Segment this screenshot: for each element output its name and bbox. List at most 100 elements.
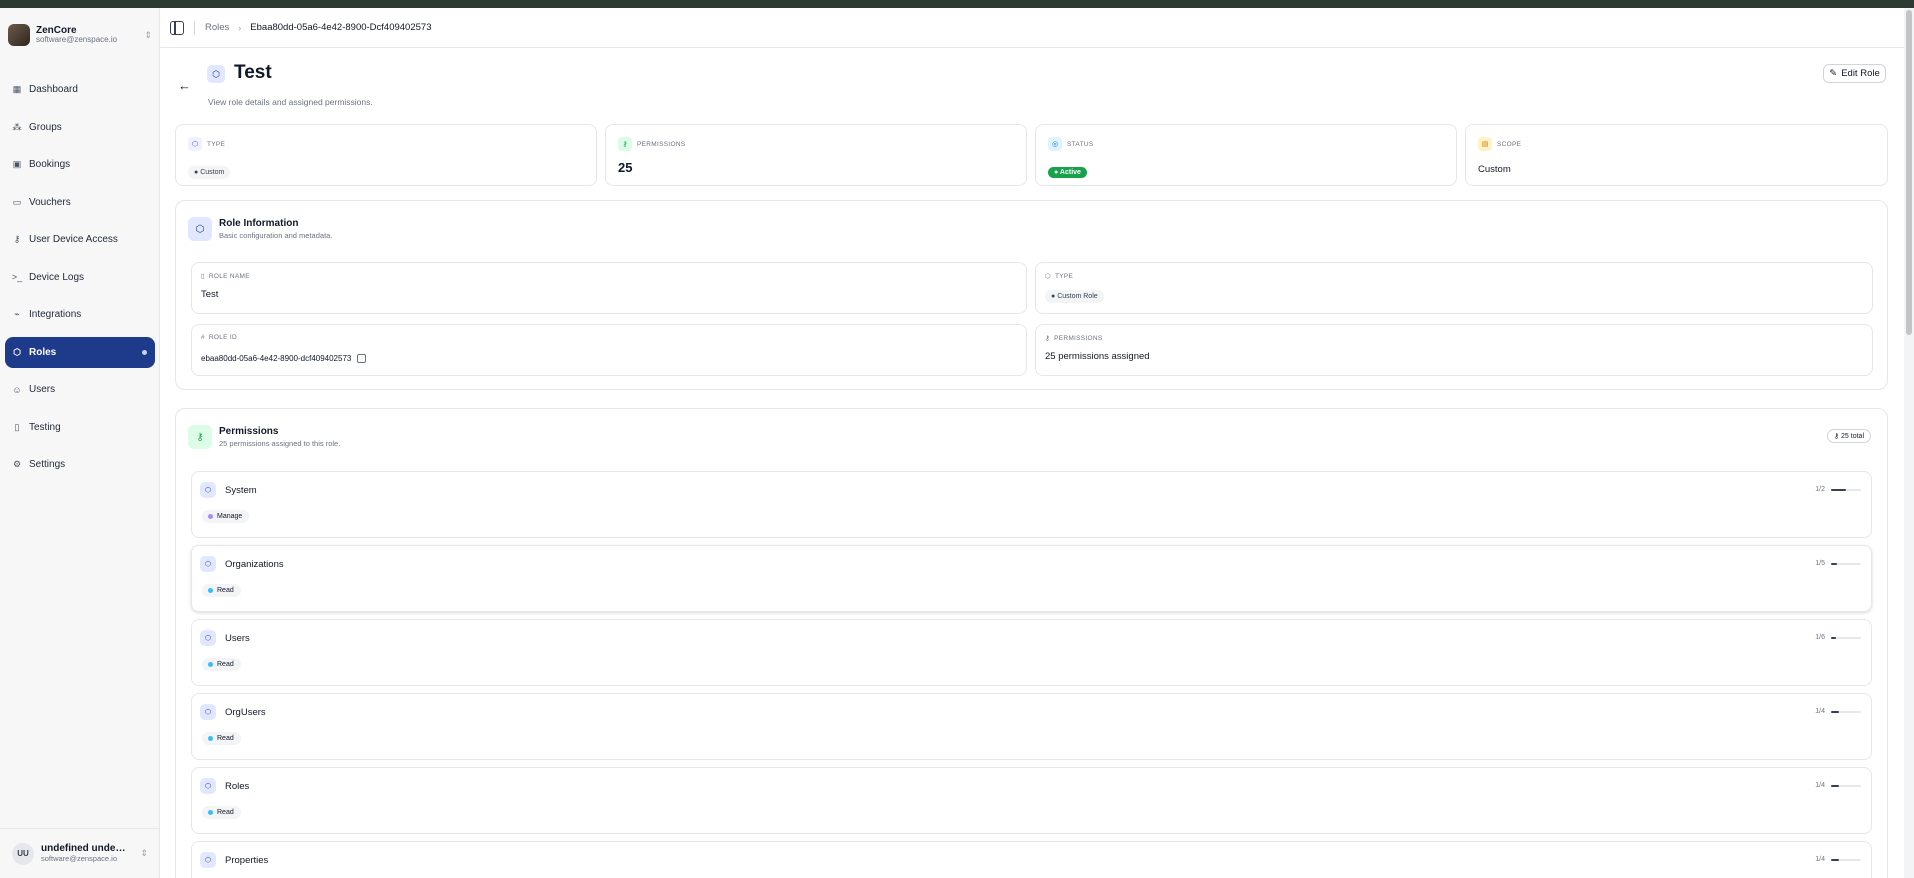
shield-icon: ⬡ xyxy=(200,630,216,646)
permission-count: 1/6 xyxy=(1815,634,1825,641)
user-menu[interactable]: UU undefined undefin... software@zenspac… xyxy=(0,828,160,878)
sidebar-item-settings[interactable]: ⚙ Settings xyxy=(5,449,155,480)
permission-group-system[interactable]: ⬡ System 1/2 Manage xyxy=(191,471,1872,538)
sidebar-item-label: Roles xyxy=(29,346,57,358)
permission-progress-fill xyxy=(1831,711,1839,713)
permission-chip-label: Read xyxy=(217,661,234,668)
window-top-strip xyxy=(0,0,1914,8)
sidebar-toggle-icon[interactable] xyxy=(170,20,184,35)
chip-dot-icon xyxy=(208,736,213,741)
edit-role-button[interactable]: ✎ Edit Role xyxy=(1823,64,1886,83)
shield-icon: ⬡ xyxy=(207,65,225,83)
breadcrumb-roles[interactable]: Roles xyxy=(205,22,229,33)
permission-chip-label: Read xyxy=(217,735,234,742)
permission-group-roles[interactable]: ⬡ Roles 1/4 Read xyxy=(191,767,1872,834)
permission-count: 1/4 xyxy=(1815,708,1825,715)
permission-progress-bar xyxy=(1831,785,1861,787)
edit-role-label: Edit Role xyxy=(1841,68,1880,79)
permission-group-name: Properties xyxy=(225,855,269,866)
building-icon: ▤ xyxy=(1478,137,1492,151)
sidebar-item-vouchers[interactable]: ▭ Vouchers xyxy=(5,187,155,218)
copy-icon[interactable] xyxy=(357,353,367,363)
card-title: Permissions xyxy=(219,426,279,437)
permission-chip-label: Manage xyxy=(217,513,243,520)
group-icon: ⁂ xyxy=(12,121,22,132)
org-switcher[interactable]: ZenCore software@zenspace.io ⇕ xyxy=(8,18,152,52)
sidebar-item-integrations[interactable]: ⌁ Integrations xyxy=(5,299,155,330)
chip-dot-icon xyxy=(208,810,213,815)
page-subtitle: View role details and assigned permissio… xyxy=(208,97,373,107)
total-badge: ⚷ 25 total xyxy=(1826,429,1871,443)
terminal-icon: >_ xyxy=(11,272,23,282)
sidebar-item-groups[interactable]: ⁂ Groups xyxy=(5,112,155,143)
sidebar-item-roles[interactable]: ⬡ Roles xyxy=(5,336,155,368)
total-badge-label: 25 total xyxy=(1841,433,1864,440)
role-id-value: ebaa80dd-05a6-4e42-8900-dcf409402573 xyxy=(201,354,352,363)
top-header: Roles › Ebaa80dd-05a6-4e42-8900-Dcf40940… xyxy=(160,8,1904,48)
permission-group-organizations[interactable]: ⬡ Organizations 1/5 Read xyxy=(191,545,1872,612)
permission-group-name: Users xyxy=(225,633,250,644)
permission-group-name: Organizations xyxy=(225,559,284,570)
permission-group-orgusers[interactable]: ⬡ OrgUsers 1/4 Read xyxy=(191,693,1872,760)
scrollbar-thumb[interactable] xyxy=(1906,10,1912,335)
permission-group-properties[interactable]: ⬡ Properties 1/4 xyxy=(191,841,1872,878)
permission-count: 1/4 xyxy=(1815,782,1825,789)
key-icon: ⚷ xyxy=(618,137,632,151)
stat-card-scope: ▤ SCOPE Custom xyxy=(1465,124,1888,186)
sidebar-item-label: Integrations xyxy=(29,309,82,320)
grid-icon: ▦ xyxy=(12,84,22,94)
page-title: Test xyxy=(234,62,272,83)
permission-group-users[interactable]: ⬡ Users 1/6 Read xyxy=(191,619,1872,686)
shield-icon: ⬡ xyxy=(188,137,202,151)
sidebar-item-dashboard[interactable]: ▦ Dashboard xyxy=(5,74,155,105)
permission-chip: Read xyxy=(202,806,241,819)
calendar-icon: ▣ xyxy=(12,159,22,169)
sidebar-nav: ▦ Dashboard ⁂ Groups ▣ Bookings ▭ Vouchers ⚷… xyxy=(5,74,155,487)
permission-chip-label: Read xyxy=(217,809,234,816)
stat-label: TYPE xyxy=(207,140,226,148)
role-information-card: ⬡ Role Information Basic configuration a… xyxy=(175,200,1888,390)
permission-group-name: OrgUsers xyxy=(225,707,266,718)
plug-icon: ⌁ xyxy=(14,309,20,319)
permission-progress-bar xyxy=(1831,489,1861,491)
sidebar-item-testing[interactable]: ▯ Testing xyxy=(5,412,155,443)
permission-progress-fill xyxy=(1831,785,1839,787)
shield-icon: ⬡ xyxy=(188,217,212,241)
shield-icon: ⬡ xyxy=(200,556,216,572)
field-label: ROLE NAME xyxy=(208,272,250,280)
permission-progress-fill xyxy=(1831,563,1837,565)
type-badge: ● Custom Role xyxy=(1045,290,1104,303)
type-badge-label: Custom xyxy=(200,169,225,176)
field-label: ROLE ID xyxy=(208,334,238,341)
sidebar: ZenCore software@zenspace.io ⇕ ▦ Dashboar… xyxy=(0,8,160,878)
back-arrow-icon[interactable]: ← xyxy=(178,78,191,93)
active-indicator xyxy=(142,349,147,355)
header-divider xyxy=(194,20,195,35)
sidebar-item-user-device-access[interactable]: ⚷ User Device Access xyxy=(5,224,155,255)
permission-chip: Manage xyxy=(202,510,250,523)
status-badge-label: Active xyxy=(1059,169,1081,176)
key-icon: ⚷ xyxy=(188,425,212,449)
stat-card-permissions: ⚷ PERMISSIONS 25 xyxy=(605,124,1027,186)
sidebar-item-device-logs[interactable]: >_ Device Logs xyxy=(5,262,155,293)
permission-progress-bar xyxy=(1831,711,1861,713)
sidebar-item-label: Users xyxy=(29,384,56,395)
scrollbar[interactable] xyxy=(1904,8,1914,878)
status-badge: ● Active xyxy=(1048,167,1087,178)
field-permissions: ⚷ PERMISSIONS 25 permissions assigned xyxy=(1035,324,1873,376)
permission-progress-bar xyxy=(1831,563,1861,565)
sidebar-item-bookings[interactable]: ▣ Bookings xyxy=(5,149,155,180)
shield-icon: ⬡ xyxy=(1045,273,1051,280)
sidebar-item-label: Device Logs xyxy=(29,271,85,283)
shield-icon: ⬡ xyxy=(200,778,216,794)
sidebar-item-label: Vouchers xyxy=(29,196,71,208)
pencil-icon: ✎ xyxy=(1829,68,1838,79)
scope-value: Custom xyxy=(1478,164,1511,175)
stat-label: STATUS xyxy=(1067,140,1094,148)
sidebar-item-users[interactable]: ☺ Users xyxy=(5,374,155,405)
permission-group-name: System xyxy=(225,485,257,496)
shield-icon: ⬡ xyxy=(200,704,216,720)
user-email: software@zenspace.io xyxy=(41,853,117,863)
permission-chip-label: Read xyxy=(217,587,234,594)
sidebar-item-label: Groups xyxy=(29,121,62,133)
